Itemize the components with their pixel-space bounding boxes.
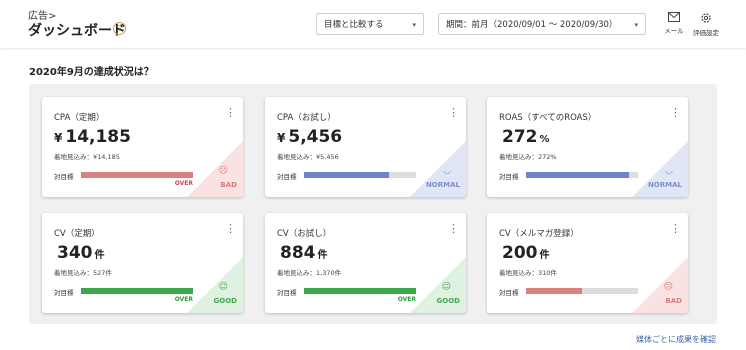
mail-label: メール — [664, 27, 684, 35]
kpi-value-prefix: ¥ — [54, 131, 63, 145]
progress-fill — [81, 172, 193, 178]
kpi-value: 272% — [499, 127, 550, 147]
kpi-card: CPA（お試し） ⋮ ¥5,456 着地見込み：¥5,456 対目標 ◡ NORMAL — [265, 97, 466, 197]
period-select-value: 期間：前月（2020/09/01 ～ 2020/09/30） — [446, 20, 618, 30]
help-icon[interactable]: ? — [113, 22, 126, 35]
status-label: GOOD — [436, 297, 460, 305]
section-title: 2020年9月の達成状況は？ — [29, 67, 154, 78]
more-menu-icon[interactable]: ⋮ — [448, 107, 459, 118]
target-label: 対目標 — [54, 173, 74, 181]
kpi-value-number: 272 — [502, 127, 538, 147]
kpi-forecast: 着地見込み：272% — [499, 153, 557, 161]
progress-track — [526, 172, 638, 178]
kpi-value-unit: 件 — [539, 250, 550, 261]
kpi-title: CV（定期） — [54, 229, 100, 239]
chevron-down-icon: ▾ — [412, 21, 416, 29]
evaluation-settings-button[interactable]: 評価設定 — [692, 12, 720, 37]
progress-tag: OVER — [174, 296, 193, 303]
status-face-icon: ☺ — [441, 282, 451, 292]
kpi-value: 200 件 — [499, 243, 550, 263]
status-label: BAD — [665, 297, 682, 305]
more-menu-icon[interactable]: ⋮ — [225, 223, 236, 234]
kpi-forecast: 着地見込み：¥14,185 — [54, 153, 120, 161]
progress-track — [304, 288, 416, 294]
progress-tag: OVER — [397, 296, 416, 303]
progress-track — [304, 172, 416, 178]
kpi-title: ROAS（すべてのROAS） — [499, 113, 597, 123]
compare-select-value: 目標と比較する — [324, 20, 384, 30]
target-label: 対目標 — [54, 289, 74, 297]
progress-track — [526, 288, 638, 294]
status-label: NORMAL — [647, 181, 682, 189]
kpi-title: CPA（定期） — [54, 113, 105, 123]
compare-select[interactable]: 目標と比較する ▾ — [316, 13, 424, 35]
gear-icon — [701, 13, 711, 23]
kpi-value: ¥14,185 — [54, 127, 133, 147]
kpi-value-unit: % — [539, 134, 550, 145]
status-label: NORMAL — [425, 181, 460, 189]
kpi-forecast: 着地見込み：527件 — [54, 269, 112, 277]
mail-icon — [668, 12, 680, 22]
kpi-forecast: 着地見込み：310件 — [499, 269, 557, 277]
app-header: 広告> ダッシュボード ? 目標と比較する ▾ 期間：前月（2020/09/01… — [0, 0, 746, 48]
status-face-icon: ☹ — [663, 282, 673, 292]
progress-fill — [304, 172, 390, 178]
more-menu-icon[interactable]: ⋮ — [448, 223, 459, 234]
kpi-card: CV（定期） ⋮ 340 件着地見込み：527件 対目標 OVER ☺ GOOD — [42, 213, 243, 313]
more-menu-icon[interactable]: ⋮ — [670, 223, 681, 234]
mail-button[interactable]: メール — [660, 12, 688, 35]
period-select[interactable]: 期間：前月（2020/09/01 ～ 2020/09/30） ▾ — [438, 13, 646, 35]
more-menu-icon[interactable]: ⋮ — [225, 107, 236, 118]
progress-fill — [526, 172, 630, 178]
progress-tag: OVER — [174, 180, 193, 187]
status-face-icon: ☺ — [218, 282, 228, 292]
kpi-value-unit: 件 — [317, 250, 328, 261]
evaluation-settings-label: 評価設定 — [693, 29, 719, 37]
kpi-forecast: 着地見込み：1,370件 — [277, 269, 342, 277]
kpi-title: CPA（お試し） — [277, 113, 336, 123]
progress-fill — [304, 288, 416, 294]
kpi-card: ROAS（すべてのROAS） ⋮ 272% 着地見込み：272% 対目標 ◡ NORMAL — [487, 97, 688, 197]
status-face-icon: ◡ — [665, 166, 673, 176]
status-face-icon: ☹ — [218, 166, 228, 176]
kpi-value: 884 件 — [277, 243, 328, 263]
status-label: BAD — [220, 181, 237, 189]
target-label: 対目標 — [499, 173, 519, 181]
progress-track — [81, 172, 193, 178]
more-menu-icon[interactable]: ⋮ — [670, 107, 681, 118]
kpi-value-unit: 件 — [94, 250, 105, 261]
kpi-card: CV（お試し） ⋮ 884 件着地見込み：1,370件 対目標 OVER ☺ GOOD — [265, 213, 466, 313]
kpi-title: CV（お試し） — [277, 229, 332, 239]
kpi-value-prefix: ¥ — [277, 131, 286, 145]
kpi-value: 340 件 — [54, 243, 105, 263]
kpi-value-number: 14,185 — [65, 127, 131, 147]
status-label: GOOD — [213, 297, 237, 305]
kpi-value-number: 884 — [280, 243, 316, 263]
kpi-forecast: 着地見込み：¥5,456 — [277, 153, 339, 161]
progress-fill — [526, 288, 582, 294]
page-title: ダッシュボード — [28, 23, 126, 39]
kpi-title: CV（メルマガ登録） — [499, 229, 579, 239]
kpi-card: CV（メルマガ登録） ⋮ 200 件着地見込み：310件 対目標 ☹ BAD — [487, 213, 688, 313]
chevron-down-icon: ▾ — [634, 21, 638, 29]
status-face-icon: ◡ — [443, 166, 451, 176]
target-label: 対目標 — [277, 173, 297, 181]
media-results-link[interactable]: 媒体ごとに成果を確認 — [636, 334, 716, 345]
kpi-value: ¥5,456 — [277, 127, 344, 147]
progress-track — [81, 288, 193, 294]
kpi-card: CPA（定期） ⋮ ¥14,185 着地見込み：¥14,185 対目標 OVER ☹ BAD — [42, 97, 243, 197]
kpi-value-number: 340 — [57, 243, 93, 263]
target-label: 対目標 — [499, 289, 519, 297]
target-label: 対目標 — [277, 289, 297, 297]
progress-fill — [81, 288, 193, 294]
kpi-value-number: 200 — [502, 243, 538, 263]
kpi-value-number: 5,456 — [288, 127, 343, 147]
